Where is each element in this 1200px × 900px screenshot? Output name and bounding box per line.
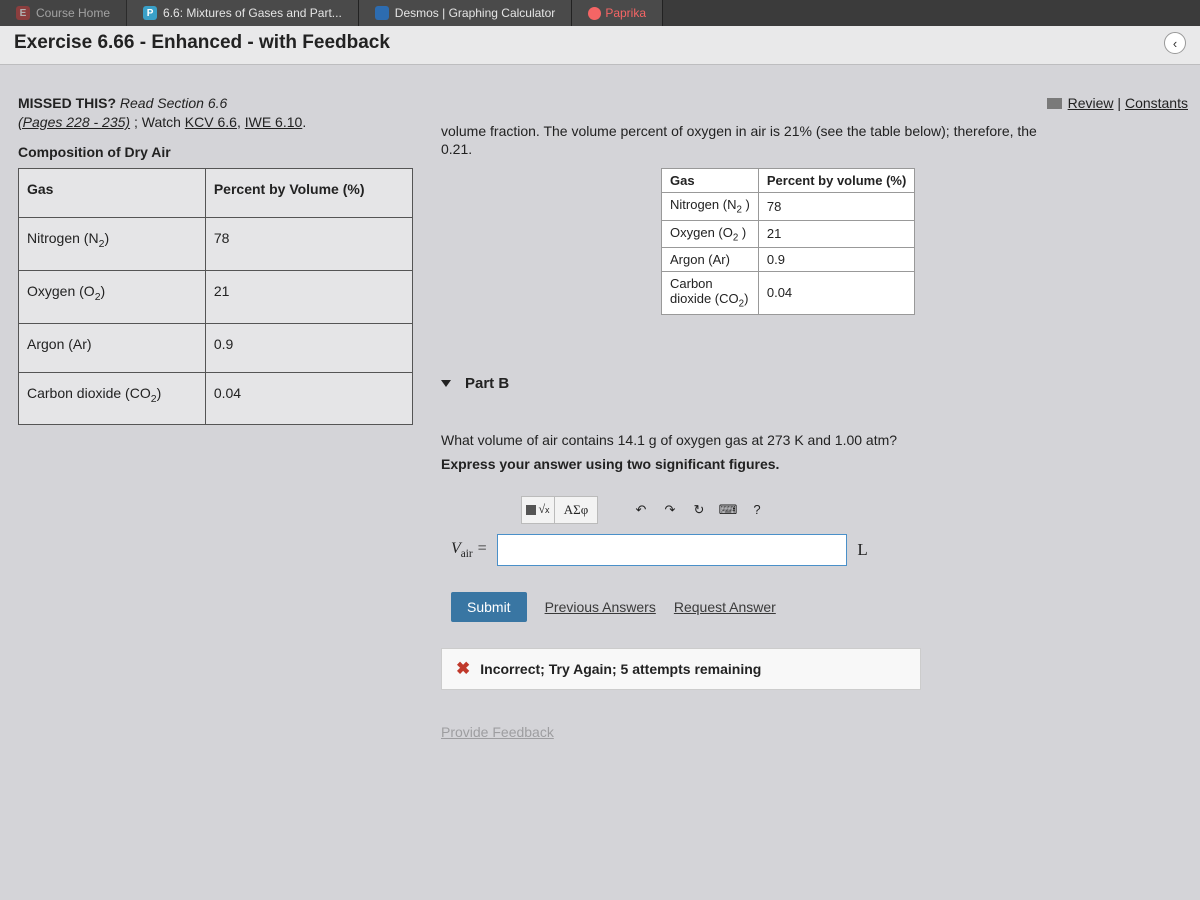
inline-air-table: Gas Percent by volume (%) Nitrogen (N2 )… <box>661 168 915 315</box>
tab-paprika[interactable]: Paprika <box>572 0 663 26</box>
favicon-icon: P <box>143 6 157 20</box>
page-title-row: Exercise 6.66 - Enhanced - with Feedback… <box>0 26 1200 65</box>
provide-feedback-link[interactable]: Provide Feedback <box>441 724 961 740</box>
table-row: Nitrogen (N2 ) 78 <box>662 193 915 221</box>
col-gas: Gas <box>19 169 206 218</box>
reset-button[interactable]: ↻ <box>684 496 714 524</box>
review-link[interactable]: Review <box>1068 95 1114 111</box>
constants-link[interactable]: Constants <box>1125 95 1188 111</box>
submit-button[interactable]: Submit <box>451 592 527 622</box>
missed-this-line: MISSED THIS? Read Section 6.6 <box>18 95 413 111</box>
table-row: Argon (Ar) 0.9 <box>662 248 915 272</box>
col-gas: Gas <box>662 169 759 193</box>
favicon-icon: E <box>16 6 30 20</box>
tab-course-home[interactable]: E Course Home <box>0 0 127 26</box>
tab-label: Paprika <box>605 6 646 20</box>
equation-toolbar: √x ΑΣφ ↶ ↷ ↻ ⌨ ? <box>441 496 961 534</box>
redo-button[interactable]: ↷ <box>655 496 685 524</box>
table-row: Argon (Ar) 0.9 <box>19 323 413 372</box>
read-section: Read Section 6.6 <box>120 95 227 111</box>
tab-label: Desmos | Graphing Calculator <box>395 6 556 20</box>
table-row: Oxygen (O2 ) 21 <box>662 220 915 248</box>
table-row: Carbon dioxide (CO2) 0.04 <box>19 372 413 425</box>
table-row: Nitrogen (N2) 78 <box>19 218 413 271</box>
submit-row: Submit Previous Answers Request Answer <box>441 592 961 622</box>
request-answer-link[interactable]: Request Answer <box>674 599 776 615</box>
previous-answers-link[interactable]: Previous Answers <box>545 599 656 615</box>
right-panel: Review | Constants volume fraction. The … <box>441 95 1188 897</box>
volume-fraction-text: volume fraction. The volume percent of o… <box>441 123 1188 158</box>
part-header: Part B <box>441 375 1188 392</box>
feedback-text: Incorrect; Try Again; 5 attempts remaini… <box>480 661 761 677</box>
table-row: Oxygen (O2) 21 <box>19 270 413 323</box>
table-row: Carbondioxide (CO2) 0.04 <box>662 272 915 315</box>
content-area: MISSED THIS? Read Section 6.6 (Pages 228… <box>0 65 1200 897</box>
tab-label: Course Home <box>36 6 110 20</box>
kcv-link[interactable]: KCV 6.6 <box>185 114 237 130</box>
references-line: (Pages 228 - 235) ; Watch KCV 6.6, IWE 6… <box>18 114 413 130</box>
undo-button[interactable]: ↶ <box>626 496 656 524</box>
col-percent: Percent by volume (%) <box>758 169 914 193</box>
part-label: Part B <box>465 375 509 392</box>
collapse-part-icon[interactable] <box>441 380 451 387</box>
greek-button[interactable]: ΑΣφ <box>554 496 598 524</box>
favicon-icon <box>588 7 601 20</box>
pages-link[interactable]: (Pages 228 - 235) <box>18 114 130 130</box>
left-panel: MISSED THIS? Read Section 6.6 (Pages 228… <box>18 95 413 897</box>
review-icon <box>1047 98 1062 109</box>
question-text: What volume of air contains 14.1 g of ox… <box>441 432 1188 448</box>
help-button[interactable]: ? <box>742 496 772 524</box>
answer-row: Vair = L <box>441 534 961 566</box>
composition-title: Composition of Dry Air <box>18 144 413 160</box>
answer-area: √x ΑΣφ ↶ ↷ ↻ ⌨ ? Vair = L Submit Previou… <box>441 496 961 740</box>
collapse-button[interactable]: ‹ <box>1164 32 1186 54</box>
tab-label: 6.6: Mixtures of Gases and Part... <box>163 6 342 20</box>
page-title: Exercise 6.66 - Enhanced - with Feedback <box>14 32 390 54</box>
template-icon <box>526 505 536 515</box>
col-percent: Percent by Volume (%) <box>205 169 412 218</box>
root-icon: √ <box>538 502 545 517</box>
missed-prefix: MISSED THIS? <box>18 95 120 111</box>
instruction-text: Express your answer using two significan… <box>441 456 1188 472</box>
tab-textbook-section[interactable]: P 6.6: Mixtures of Gases and Part... <box>127 0 359 26</box>
keyboard-button[interactable]: ⌨ <box>713 496 743 524</box>
unit-label: L <box>857 540 867 560</box>
air-composition-table: Gas Percent by Volume (%) Nitrogen (N2) … <box>18 168 413 425</box>
variable-label: Vair = <box>451 540 487 560</box>
tab-desmos[interactable]: Desmos | Graphing Calculator <box>359 0 573 26</box>
browser-tabbar: E Course Home P 6.6: Mixtures of Gases a… <box>0 0 1200 26</box>
top-links: Review | Constants <box>441 95 1188 111</box>
iwe-link[interactable]: IWE 6.10 <box>245 114 303 130</box>
feedback-box: ✖ Incorrect; Try Again; 5 attempts remai… <box>441 648 921 690</box>
answer-input[interactable] <box>497 534 847 566</box>
incorrect-icon: ✖ <box>456 659 470 679</box>
template-button[interactable]: √x <box>521 496 555 524</box>
favicon-icon <box>375 6 389 20</box>
